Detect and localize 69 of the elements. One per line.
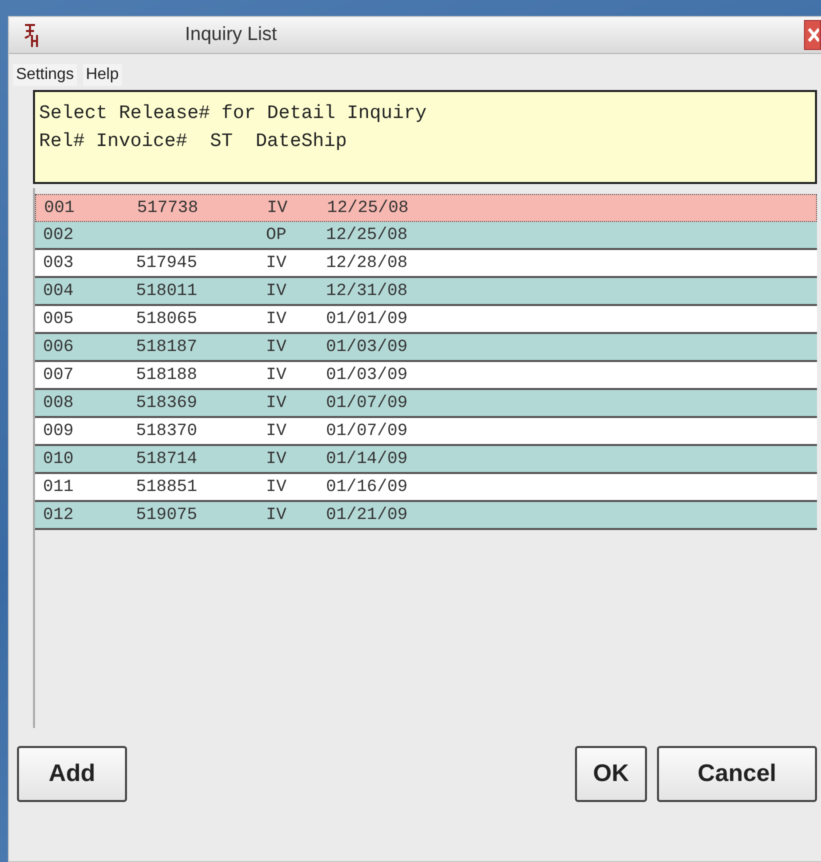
menu-item[interactable]: Help xyxy=(82,64,122,86)
rel-cell-text: 004 xyxy=(43,282,75,300)
rel-cell-text: 001 xyxy=(44,198,76,218)
add-button[interactable]: Add xyxy=(17,746,127,802)
date-cell-text: 12/28/08 xyxy=(326,254,409,272)
list-row[interactable]: 009 518370 IV 01/07/09 xyxy=(35,418,817,446)
invoice-cell-text: 518188 xyxy=(136,366,198,384)
status-cell-text: IV xyxy=(267,198,288,218)
close-button[interactable] xyxy=(804,20,821,50)
status-cell-text: IV xyxy=(266,338,288,356)
invoice-cell-text: 518714 xyxy=(136,450,198,468)
rel-cell-text: 007 xyxy=(43,366,75,384)
list-row[interactable]: 010 518714 IV 01/14/09 xyxy=(35,446,817,474)
invoice-cell-text: 517945 xyxy=(136,254,198,272)
ok-button[interactable]: OK xyxy=(575,746,647,802)
invoice-cell-text: 518369 xyxy=(136,394,198,412)
date-cell-text: 01/03/09 xyxy=(326,338,409,356)
column-headers: Rel# Invoice# ST DateShip xyxy=(39,129,348,154)
status-cell-text: IV xyxy=(266,310,288,328)
list-row[interactable]: 005 518065 IV 01/01/09 xyxy=(35,306,817,334)
list-row[interactable]: 004 518011 IV 12/31/08 xyxy=(35,278,817,306)
invoice-cell-text: 518370 xyxy=(136,422,198,440)
date-cell-text: 01/07/09 xyxy=(326,422,409,440)
rel-cell-text: 012 xyxy=(43,506,75,524)
status-cell-text: IV xyxy=(266,254,288,272)
list-row[interactable]: 001 517738 IV 12/25/08 xyxy=(35,194,817,222)
rel-cell-text: 005 xyxy=(43,310,75,328)
date-cell-text: 12/25/08 xyxy=(327,198,410,218)
list-row[interactable]: 003 517945 IV 12/28/08 xyxy=(35,250,817,278)
list-row[interactable]: 007 518188 IV 01/03/09 xyxy=(35,362,817,390)
rel-cell-text: 010 xyxy=(43,450,75,468)
status-cell-text: IV xyxy=(266,422,288,440)
status-cell-text: OP xyxy=(266,226,288,244)
close-icon xyxy=(806,26,818,44)
date-cell-text: 01/14/09 xyxy=(326,450,409,468)
status-cell-text: IV xyxy=(266,366,288,384)
status-cell-text: IV xyxy=(266,506,288,524)
cancel-button[interactable]: Cancel xyxy=(657,746,817,802)
date-cell-text: 01/03/09 xyxy=(326,366,409,384)
prompt-text: Select Release# for Detail Inquiry xyxy=(39,101,428,126)
rel-cell-text: 003 xyxy=(43,254,75,272)
date-cell-text: 12/31/08 xyxy=(326,282,409,300)
invoice-cell-text: 518011 xyxy=(136,282,198,300)
rel-cell-text: 011 xyxy=(43,478,75,496)
invoice-cell-text: 517738 xyxy=(137,198,200,218)
list-row[interactable]: 002 OP 12/25/08 xyxy=(35,222,817,250)
status-cell-text: IV xyxy=(266,282,288,300)
date-cell-text: 01/01/09 xyxy=(326,310,409,328)
invoice-cell-text: 518187 xyxy=(136,338,198,356)
window-title: Inquiry List xyxy=(185,24,277,46)
status-cell-text: IV xyxy=(266,478,288,496)
rel-cell-text: 002 xyxy=(43,226,75,244)
date-cell-text: 01/21/09 xyxy=(326,506,409,524)
invoice-cell-text: 519075 xyxy=(136,506,198,524)
status-cell-text: IV xyxy=(266,394,288,412)
invoice-cell-text: 518065 xyxy=(136,310,198,328)
list-row[interactable]: 006 518187 IV 01/03/09 xyxy=(35,334,817,362)
rel-cell-text: 006 xyxy=(43,338,75,356)
rel-cell-text: 008 xyxy=(43,394,75,412)
list-row[interactable]: 011 518851 IV 01/16/09 xyxy=(35,474,817,502)
menu-item[interactable]: Settings xyxy=(13,64,77,86)
date-cell-text: 12/25/08 xyxy=(326,226,409,244)
list-row[interactable]: 008 518369 IV 01/07/09 xyxy=(35,390,817,418)
date-cell-text: 01/07/09 xyxy=(326,394,409,412)
list-row[interactable]: 012 519075 IV 01/21/09 xyxy=(35,502,817,530)
rel-cell-text: 009 xyxy=(43,422,75,440)
status-cell-text: IV xyxy=(266,450,288,468)
invoice-cell-text: 518851 xyxy=(136,478,198,496)
date-cell-text: 01/16/09 xyxy=(326,478,409,496)
